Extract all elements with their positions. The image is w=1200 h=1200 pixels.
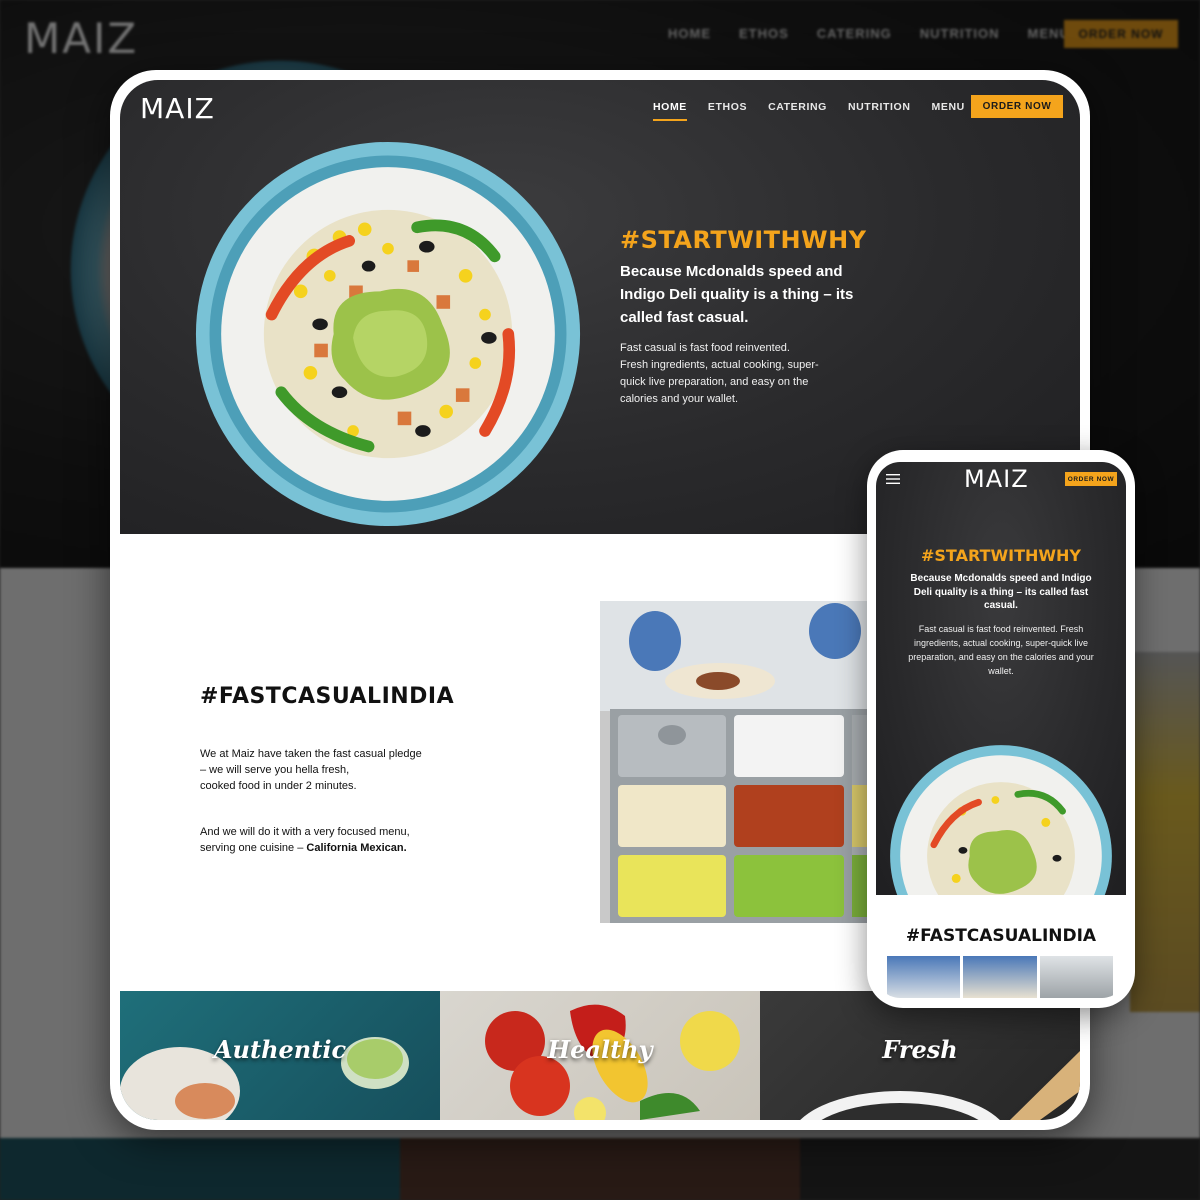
cuisine-highlight: California Mexican. (306, 842, 407, 854)
fastcasual-line: And we will do it with a very focused me… (200, 826, 410, 838)
mobile-prep-image (1039, 956, 1113, 998)
main-nav: HOME ETHOS CATERING NUTRITION MENU (653, 101, 965, 121)
tile-authentic-label: Authentic (213, 1035, 347, 1064)
background-nav-home: HOME (668, 26, 711, 41)
tile-healthy[interactable]: Healthy (440, 991, 760, 1120)
nav-menu[interactable]: MENU (932, 101, 965, 121)
mobile-prep-images (887, 956, 1113, 998)
mobile-prep-image (887, 956, 961, 998)
tile-authentic[interactable]: Authentic (120, 991, 440, 1120)
hero-title: #STARTWITHWHY (620, 226, 867, 254)
tile-fresh[interactable]: Fresh (760, 991, 1080, 1120)
fastcasual-line: – we will serve you hella fresh, (200, 764, 350, 776)
background-nav-catering: CATERING (816, 26, 892, 41)
fastcasual-heading: #FASTCASUALINDIA (200, 684, 455, 709)
food-prep-station-image (600, 601, 900, 923)
mobile-hero-section: MAIZ ORDER NOW #STARTWITHWHY Because Mcd… (876, 462, 1126, 967)
mobile-device-frame: MAIZ ORDER NOW #STARTWITHWHY Because Mcd… (867, 450, 1135, 1008)
tile-healthy-label: Healthy (547, 1035, 653, 1064)
nav-home[interactable]: HOME (653, 101, 687, 121)
maiz-logo[interactable]: MAIZ (140, 92, 215, 125)
fastcasual-paragraph-1: We at Maiz have taken the fast casual pl… (200, 746, 500, 794)
tile-fresh-label: Fresh (882, 1035, 958, 1064)
background-nav-ethos: ETHOS (739, 26, 789, 41)
mobile-hero-body-text: Fast casual is fast food reinvented. Fre… (908, 624, 1094, 676)
fastcasual-paragraph-2: And we will do it with a very focused me… (200, 824, 500, 856)
hero-body-text: Fast casual is fast food reinvented. Fre… (620, 342, 819, 405)
nav-ethos[interactable]: ETHOS (708, 101, 747, 121)
fastcasual-line: We at Maiz have taken the fast casual pl… (200, 748, 422, 760)
mobile-hero-title: #STARTWITHWHY (920, 546, 1082, 565)
mobile-screen: MAIZ ORDER NOW #STARTWITHWHY Because Mcd… (876, 462, 1126, 998)
order-now-button[interactable]: ORDER NOW (971, 95, 1063, 118)
mobile-prep-image (963, 956, 1037, 998)
burrito-bowl-image (195, 141, 581, 527)
background-tiles (0, 1138, 1200, 1200)
background-nav: HOME ETHOS CATERING NUTRITION MENU (668, 26, 1070, 41)
background-order-button: ORDER NOW (1064, 20, 1178, 48)
mobile-hero-subtitle: Because Mcdonalds speed and Indigo Deli … (910, 573, 1092, 611)
background-food-tray-image (1130, 652, 1200, 1012)
background-logo: MAIZ (24, 14, 139, 63)
fastcasual-line-text: serving one cuisine – (200, 842, 307, 854)
hero-subtitle: Because Mcdonalds speed and Indigo Deli … (620, 263, 854, 326)
background-nav-nutrition: NUTRITION (919, 26, 1000, 41)
fastcasual-line: cooked food in under 2 minutes. (200, 780, 357, 792)
nav-nutrition[interactable]: NUTRITION (848, 101, 911, 121)
feature-tiles: Authentic Healthy Fresh (120, 991, 1080, 1120)
mobile-order-now-button[interactable]: ORDER NOW (1065, 472, 1117, 486)
nav-catering[interactable]: CATERING (768, 101, 827, 121)
mobile-maiz-logo[interactable]: MAIZ (964, 465, 1029, 493)
hamburger-menu-icon[interactable] (886, 474, 900, 484)
fastcasual-line: serving one cuisine – California Mexican… (200, 840, 500, 856)
mobile-fastcasual-heading: #FASTCASUALINDIA (905, 926, 1097, 946)
